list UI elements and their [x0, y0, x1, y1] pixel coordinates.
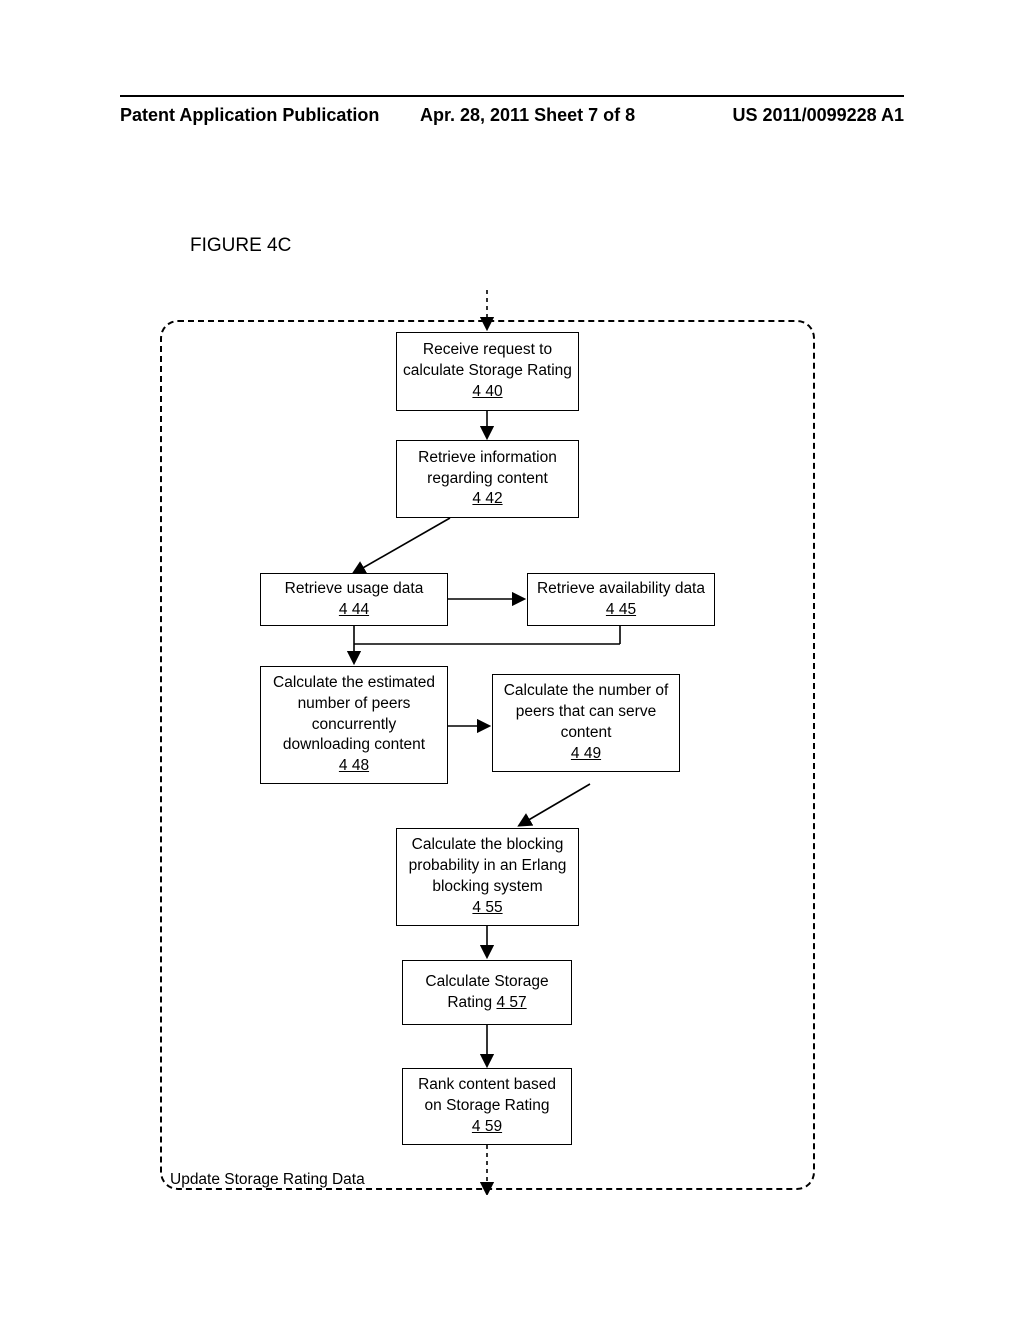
flow-box-449: Calculate the number of peers that can s…	[492, 674, 680, 772]
flowchart-diagram: Receive request to calculate Storage Rat…	[160, 290, 815, 1195]
flowchart-group-label: Update Storage Rating Data	[170, 1171, 365, 1189]
flow-box-445: Retrieve availability data 4 45	[527, 573, 715, 626]
header-rule	[120, 95, 904, 97]
flow-box-text: Retrieve information regarding content	[403, 448, 572, 490]
flow-box-455: Calculate the blocking probability in an…	[396, 828, 579, 926]
header-publication: Patent Application Publication	[120, 105, 379, 126]
flow-box-457: Calculate Storage Rating 4 57	[402, 960, 572, 1025]
flow-box-ref: 4 45	[606, 600, 636, 621]
flow-box-text: Rank content based on Storage Rating	[409, 1075, 565, 1117]
figure-label: FIGURE 4C	[190, 235, 291, 257]
flow-box-440: Receive request to calculate Storage Rat…	[396, 332, 579, 411]
flow-box-ref: 4 59	[472, 1117, 502, 1138]
flow-box-ref: 4 49	[571, 744, 601, 765]
flow-box-text: Retrieve availability data	[537, 579, 705, 600]
flow-box-text: Retrieve usage data	[285, 579, 424, 600]
flow-box-text: Calculate the blocking probability in an…	[403, 835, 572, 898]
flow-box-ref: 4 42	[472, 489, 502, 510]
flow-box-459: Rank content based on Storage Rating 4 5…	[402, 1068, 572, 1145]
header-date-sheet: Apr. 28, 2011 Sheet 7 of 8	[420, 105, 635, 126]
flow-box-text: Calculate Storage Rating 4 57	[409, 972, 565, 1014]
flow-box-442: Retrieve information regarding content 4…	[396, 440, 579, 518]
header-pub-number: US 2011/0099228 A1	[733, 105, 904, 126]
flow-box-text: Calculate the estimated number of peers …	[267, 673, 441, 757]
flow-box-444: Retrieve usage data 4 44	[260, 573, 448, 626]
flow-box-text: Receive request to calculate Storage Rat…	[403, 340, 572, 382]
flow-box-text: Calculate the number of peers that can s…	[499, 681, 673, 744]
flow-box-ref: 4 48	[339, 756, 369, 777]
flow-box-ref: 4 40	[472, 382, 502, 403]
flow-box-ref: 4 44	[339, 600, 369, 621]
flow-box-ref: 4 55	[472, 898, 502, 919]
flow-box-448: Calculate the estimated number of peers …	[260, 666, 448, 784]
